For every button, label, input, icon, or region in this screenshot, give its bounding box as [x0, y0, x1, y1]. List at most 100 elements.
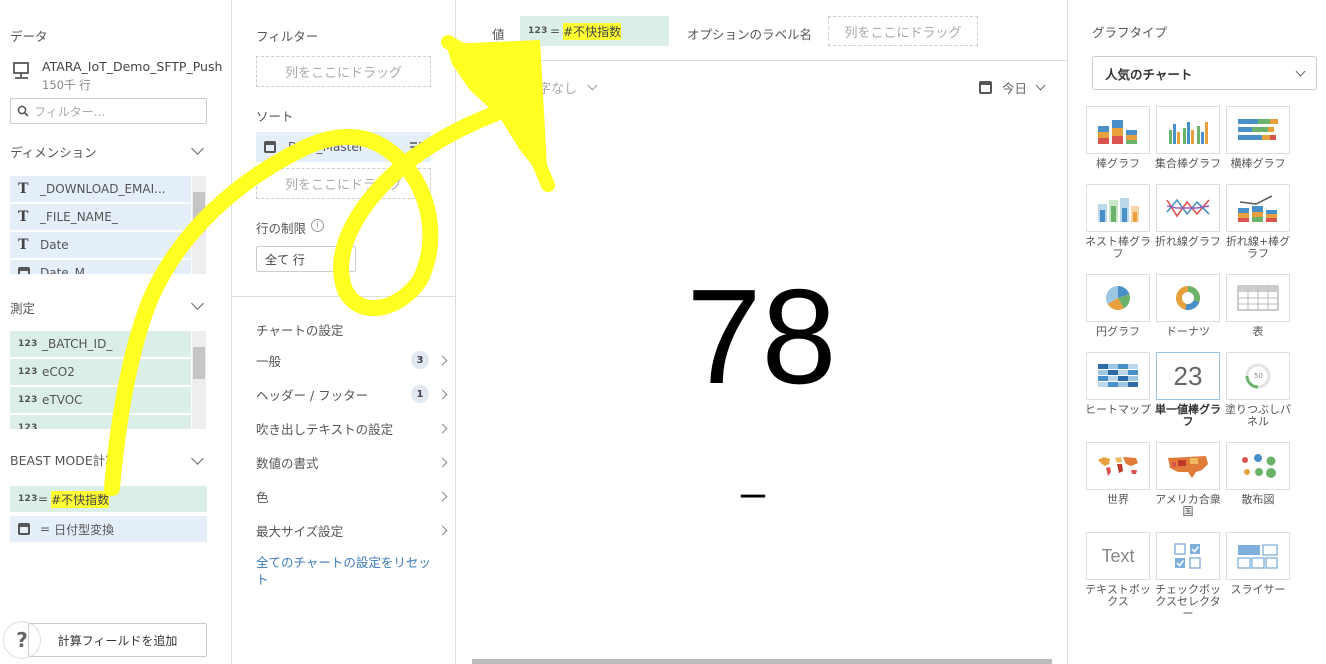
sort-order-icon[interactable]: [409, 141, 423, 153]
count-badge: 3: [411, 351, 429, 369]
tile-label: ネスト棒グラフ: [1085, 235, 1151, 260]
usa-map-icon: [1168, 456, 1208, 478]
line-bar-chart-tile[interactable]: [1226, 184, 1290, 232]
add-calculated-field-button[interactable]: 計算フィールドを追加: [28, 623, 207, 657]
settings-max-size[interactable]: 最大サイズ設定: [256, 513, 448, 547]
chevron-down-icon: [1035, 80, 1046, 91]
grouped-bar-chart-tile[interactable]: [1156, 106, 1220, 154]
info-icon[interactable]: i: [311, 219, 324, 232]
dataset-icon: [12, 61, 32, 84]
tile-label: 横棒グラフ: [1230, 157, 1286, 170]
filter-sort-panel: フィルター 列をここにドラッグ ソート Date_Master 列をここにドラッ…: [232, 0, 456, 664]
field-filter-box[interactable]: フィルター...: [10, 98, 207, 124]
text-type-icon: T: [18, 237, 29, 253]
chevron-down-icon: [1295, 66, 1306, 76]
dimension-item[interactable]: T Date: [10, 232, 191, 260]
settings-general[interactable]: 一般 3: [256, 343, 448, 377]
usa-map-tile[interactable]: [1156, 442, 1220, 490]
calendar-icon: [18, 267, 30, 274]
world-map-icon: [1098, 457, 1138, 476]
tile-label: 散布図: [1241, 493, 1275, 506]
measures-scrollbar[interactable]: [192, 331, 206, 429]
number-type-icon: 123: [18, 367, 38, 377]
chart-settings-list: 一般 3 ヘッダー / フッター 1 吹き出しテキストの設定 数値の書式 色 最大サ…: [256, 343, 448, 547]
measure-item[interactable]: 123...: [10, 415, 191, 429]
text-type-icon: T: [18, 209, 29, 225]
dataset-name[interactable]: ATARA_IoT_Demo_SFTP_Push: [42, 59, 222, 74]
count-badge: 1: [411, 385, 429, 403]
tile-label: テキストボックス: [1085, 583, 1151, 608]
nested-bar-chart-tile[interactable]: [1086, 184, 1150, 232]
horizontal-bar-chart-tile[interactable]: [1226, 106, 1290, 154]
table-icon: [1237, 285, 1279, 311]
donut-chart-tile[interactable]: [1156, 274, 1220, 322]
row-limit-select[interactable]: 全て 行: [256, 246, 356, 272]
option-label-dropzone[interactable]: 列をここにドラッグ: [828, 16, 978, 46]
slicer-tile[interactable]: [1226, 532, 1290, 580]
tile-label: 棒グラフ: [1096, 157, 1140, 170]
calendar-icon: [979, 81, 992, 94]
dimension-item[interactable]: T _FILE_NAME_: [10, 204, 191, 232]
measure-item[interactable]: 123 _BATCH_ID_: [10, 331, 191, 359]
search-icon: [17, 105, 29, 117]
heatmap-icon: [1098, 364, 1138, 387]
summary-number-select[interactable]: まとめ数字なし: [486, 78, 598, 97]
sort-field[interactable]: Date_Master: [256, 132, 431, 162]
chevron-right-icon: [437, 389, 448, 399]
pie-chart-tile[interactable]: [1086, 274, 1150, 322]
line-chart-tile[interactable]: [1156, 184, 1220, 232]
donut-chart-icon: [1176, 285, 1200, 311]
dimension-item[interactable]: T _DOWNLOAD_EMAI...: [10, 176, 191, 204]
dimensions-scrollbar[interactable]: [192, 176, 206, 274]
textbox-tile[interactable]: Text: [1086, 532, 1150, 580]
slicer-icon: [1237, 544, 1278, 569]
world-map-tile[interactable]: [1086, 442, 1150, 490]
chevron-right-icon: [437, 355, 448, 365]
dimensions-title: ディメンション: [10, 145, 97, 160]
settings-color[interactable]: 色: [256, 479, 448, 513]
number-type-icon: 123: [18, 494, 38, 504]
settings-header-footer[interactable]: ヘッダー / フッター 1: [256, 377, 448, 411]
measures-collapse-icon[interactable]: [191, 297, 204, 310]
calendar-icon: [18, 523, 30, 535]
number-type-icon: 123: [18, 423, 38, 429]
horizontal-bar-chart-icon: [1238, 119, 1278, 140]
line-bar-chart-icon: [1238, 195, 1277, 222]
graph-type-title: グラフタイプ: [1092, 25, 1168, 40]
dimensions-list: T _DOWNLOAD_EMAI... T _FILE_NAME_ T Date Da…: [10, 176, 191, 274]
chevron-right-icon: [437, 491, 448, 501]
settings-tooltip-text[interactable]: 吹き出しテキストの設定: [256, 411, 448, 445]
table-tile[interactable]: [1226, 274, 1290, 322]
beast-item-discomfort-index[interactable]: 123 = #不快指数: [10, 486, 207, 514]
measures-title: 測定: [10, 301, 36, 316]
reset-chart-settings-link[interactable]: 全てのチャートの設定をリセット: [256, 554, 436, 588]
scatter-chart-tile[interactable]: [1226, 442, 1290, 490]
beast-item-date-convert[interactable]: = 日付型変換: [10, 516, 207, 544]
number-type-icon: 123: [18, 339, 38, 349]
sort-dropzone[interactable]: 列をここにドラッグ: [256, 168, 431, 199]
dimension-item[interactable]: Date_M...: [10, 260, 191, 274]
settings-number-format[interactable]: 数値の書式: [256, 445, 448, 479]
horizontal-scrollbar[interactable]: [472, 659, 1052, 664]
filter-dropzone[interactable]: 列をここにドラッグ: [256, 56, 431, 87]
bar-chart-tile[interactable]: [1086, 106, 1150, 154]
heatmap-tile[interactable]: [1086, 352, 1150, 400]
divider: [232, 296, 455, 297]
date-range-select[interactable]: 今日: [979, 78, 1046, 97]
field-filter-input[interactable]: フィルター...: [34, 103, 105, 120]
checkbox-selector-tile[interactable]: [1156, 532, 1220, 580]
measure-item[interactable]: 123 eTVOC: [10, 387, 191, 415]
chevron-right-icon: [437, 423, 448, 433]
graph-category-select[interactable]: 人気のチャート: [1092, 56, 1317, 90]
dimensions-collapse-icon[interactable]: [191, 142, 204, 155]
filled-gauge-tile[interactable]: 50: [1226, 352, 1290, 400]
value-field[interactable]: 123 = #不快指数: [520, 16, 669, 46]
single-value-tile[interactable]: 23: [1156, 352, 1220, 400]
measure-item[interactable]: 123 eCO2: [10, 359, 191, 387]
grouped-bar-chart-icon: [1169, 122, 1208, 144]
scrollbar-thumb[interactable]: [193, 347, 205, 379]
scrollbar-thumb[interactable]: [193, 192, 205, 232]
beast-mode-collapse-icon[interactable]: [191, 452, 204, 465]
line-chart-icon: [1166, 198, 1210, 218]
scatter-chart-icon: [1242, 454, 1276, 478]
